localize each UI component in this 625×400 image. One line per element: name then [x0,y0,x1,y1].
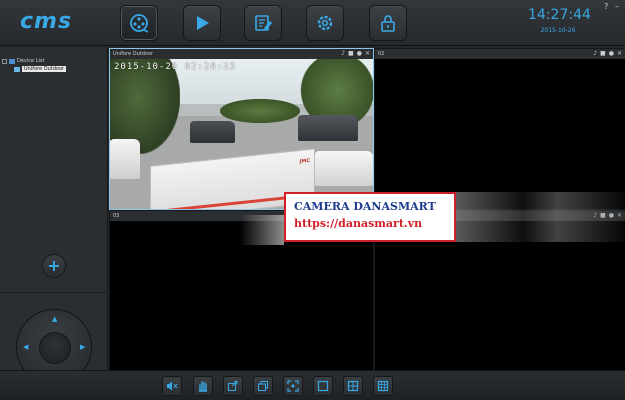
watermark-url: https://danasmart.vn [294,217,423,230]
feed-car [298,115,358,141]
layout-1-button[interactable] [313,376,333,396]
watermark-banner: CAMERA DANASMART https://danasmart.vn [284,192,456,242]
fullscreen-button[interactable] [283,376,303,396]
device-tree: Device List Unifore Outdoor [2,57,67,73]
feed-car [190,121,235,143]
fullscreen-icon [287,380,299,392]
camera-icon [14,66,20,72]
play-icon [197,16,209,30]
nav-log-button[interactable] [244,5,282,41]
layout-4-icon [347,380,359,392]
gear-icon [317,15,333,31]
pane-header: 02 ♪ ■ ● ✕ [375,49,625,59]
nav-playback-button[interactable] [183,5,221,41]
pane-title: 02 [378,51,385,57]
pane-title: 03 [113,213,120,219]
ptz-center-button[interactable] [39,332,71,364]
pane-icons: ♪ ■ ● ✕ [593,49,622,59]
nav-lock-button[interactable] [369,5,407,41]
device-list-node[interactable]: Device List [2,57,66,65]
ptz-right-icon[interactable]: ▶ [80,344,85,351]
capture-button[interactable] [223,376,243,396]
help-button[interactable]: ? [604,2,608,12]
layout-4-button[interactable] [343,376,363,396]
truck-brand: JMC [299,157,310,165]
mic-icon[interactable]: ♪ [341,49,345,59]
ptz-up-icon[interactable]: ▲ [52,316,57,323]
camera-snapshot-icon[interactable]: ■ [600,49,606,59]
camera-snapshot-icon[interactable]: ■ [348,49,354,59]
device-list-label: Device List [17,58,45,64]
left-panel: Device List Unifore Outdoor + ▲ ▼ ◀ ▶ [0,47,108,385]
minimize-button[interactable]: – [615,2,619,12]
app-logo: cms [20,10,92,34]
plus-icon: + [47,256,61,275]
stop-all-button[interactable] [193,376,213,396]
nav-live-view-button[interactable] [120,5,158,41]
mic-icon[interactable]: ♪ [593,49,597,59]
close-icon[interactable]: ✕ [617,49,622,59]
watermark-smear [240,215,284,245]
watermark-smear [456,192,625,242]
close-icon[interactable]: ✕ [365,49,370,59]
layout-9-button[interactable] [373,376,393,396]
pane-header: Unifore Outdoor ♪ ■ ● ✕ [110,49,373,59]
edit-icon [255,15,272,31]
osd-timestamp: 2015-10-26 02:28:23 [114,62,236,72]
capture-icon [228,381,238,391]
feed-car [315,151,373,186]
expand-icon[interactable] [2,58,7,64]
record-icon [258,381,268,391]
ptz-left-icon[interactable]: ◀ [23,344,28,351]
logo-text: cms [20,9,73,34]
mute-icon [167,381,178,391]
pane-icons: ♪ ■ ● ✕ [341,49,370,59]
record-indicator-icon[interactable]: ● [357,49,362,59]
stop-icon [199,381,207,392]
record-button[interactable] [253,376,273,396]
nav-settings-button[interactable] [306,5,344,41]
clock-time: 14:27:44 [528,7,591,23]
record-indicator-icon[interactable]: ● [609,49,614,59]
pane-title: Unifore Outdoor [113,51,154,57]
camera-feed: JMC 2015-10-26 02:28:23 [110,59,373,209]
top-bar: cms 14:27:44 2015-10-26 ? – [0,0,625,46]
panel-divider [0,292,108,293]
feed-car [110,139,140,179]
mute-button[interactable] [162,376,182,396]
device-node-unifore[interactable]: Unifore Outdoor [14,65,67,73]
film-reel-icon [130,14,149,33]
add-device-button[interactable]: + [42,254,66,278]
clock-date: 2015-10-26 [540,27,576,34]
lock-icon [381,15,395,32]
layout-9-icon [377,380,389,392]
device-list-icon [9,58,15,64]
watermark-title: CAMERA DANASMART [294,200,436,213]
video-pane-2[interactable]: 02 ♪ ■ ● ✕ [375,49,625,209]
video-pane-1[interactable]: Unifore Outdoor ♪ ■ ● ✕ JMC 2015-10-26 0… [109,48,374,210]
layout-1-icon [317,380,329,392]
device-node-label: Unifore Outdoor [22,66,67,72]
clock: 14:27:44 2015-10-26 [528,7,591,35]
feed-bushes [220,99,300,123]
bottom-toolbar [0,370,625,400]
cms-app: cms 14:27:44 2015-10-26 ? – Device List … [0,0,625,400]
